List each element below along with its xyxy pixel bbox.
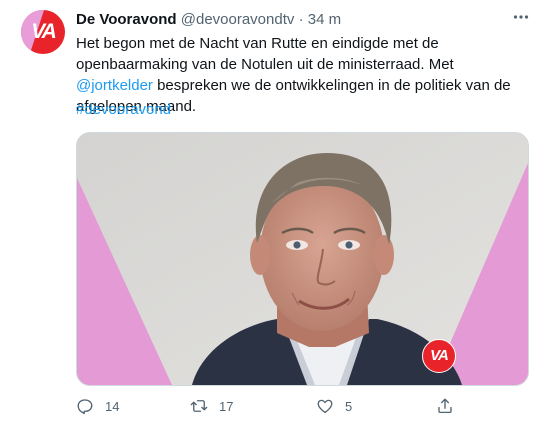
avatar-logo-text: VA [31,20,57,43]
tweet-actions: 14 17 5 [76,396,476,416]
retweet-count: 17 [219,398,234,414]
media-badge-logo: VA [422,339,456,373]
like-count: 5 [345,398,353,414]
tweet-media[interactable]: VA [76,132,529,386]
like-button[interactable]: 5 [316,396,352,416]
tweet-header: De Vooravond @devooravondtv · 34 m [76,11,341,31]
tweet-text-part1: Het begon met de Nacht van Rutte en eind… [76,35,454,73]
hashtag-link[interactable]: #devooravond [76,101,171,118]
reply-count: 14 [105,398,120,414]
share-icon [438,398,452,414]
author-handle[interactable]: @devooravondtv [181,11,295,28]
mention-link[interactable]: @jortkelder [76,77,153,94]
tweet[interactable]: VA De Vooravond @devooravondtv · 34 m He… [0,0,555,431]
like-icon [317,399,333,414]
reply-button[interactable]: 14 [76,396,119,416]
separator-dot: · [298,11,304,28]
author-name[interactable]: De Vooravond [76,11,177,28]
media-photo [77,133,528,385]
retweet-button[interactable]: 17 [190,396,233,416]
retweet-icon [190,400,208,412]
tweet-time[interactable]: 34 m [308,11,341,28]
avatar[interactable]: VA [21,10,65,54]
share-button[interactable] [436,396,454,416]
reply-icon [77,399,93,415]
more-icon[interactable] [509,8,533,28]
